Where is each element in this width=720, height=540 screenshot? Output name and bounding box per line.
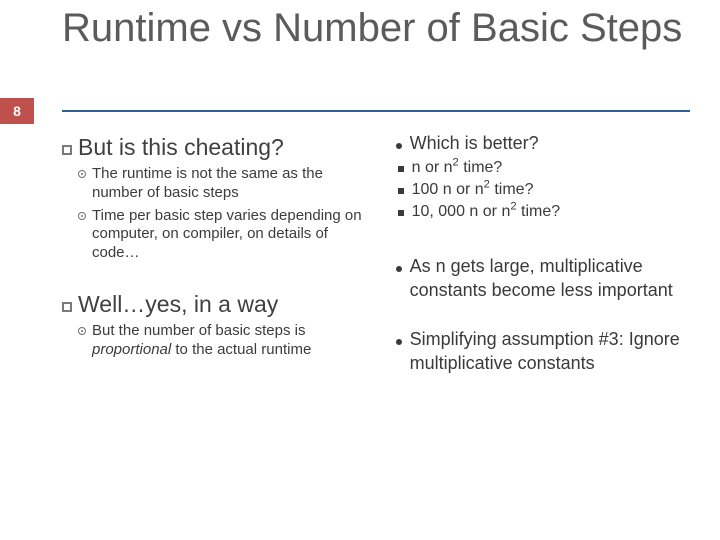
- bullet-text: But the number of basic steps is proport…: [92, 322, 376, 360]
- disc-bullet-icon: [396, 339, 402, 345]
- bullet-text: Time per basic step varies depending on …: [92, 207, 376, 263]
- heading-text: But is this cheating?: [78, 134, 284, 161]
- option-text: 100 n or n2 time?: [412, 181, 534, 199]
- square-bullet-icon: [62, 145, 72, 155]
- option-text: 10, 000 n or n2 time?: [412, 203, 561, 221]
- bullet-text: Simplifying assumption #3: Ignore multip…: [410, 328, 692, 375]
- option-text: n or n2 time?: [412, 159, 503, 177]
- bullet-text: Which is better?: [410, 132, 539, 155]
- disc-bullet-icon: [396, 143, 402, 149]
- bullet-runtime-not-same: The runtime is not the same as the numbe…: [78, 165, 376, 203]
- bullet-constants-less-important: As n gets large, multiplicative constant…: [396, 255, 692, 302]
- page-number-badge: 8: [0, 98, 34, 124]
- right-column: Which is better? n or n2 time? 100 n or …: [390, 128, 692, 520]
- circle-bullet-icon: [78, 212, 86, 220]
- bullet-text: The runtime is not the same as the numbe…: [92, 165, 376, 203]
- disc-bullet-icon: [396, 266, 402, 272]
- square-dot-icon: [398, 166, 404, 172]
- bullet-which-better: Which is better?: [396, 132, 692, 155]
- slide-title: Runtime vs Number of Basic Steps: [62, 6, 700, 50]
- option-10000n-or-n2: 10, 000 n or n2 time?: [398, 203, 692, 221]
- square-dot-icon: [398, 188, 404, 194]
- bullet-time-varies: Time per basic step varies depending on …: [78, 207, 376, 263]
- left-column: But is this cheating? The runtime is not…: [62, 128, 390, 520]
- option-100n-or-n2: 100 n or n2 time?: [398, 181, 692, 199]
- square-dot-icon: [398, 210, 404, 216]
- circle-bullet-icon: [78, 327, 86, 335]
- circle-bullet-icon: [78, 170, 86, 178]
- bullet-proportional: But the number of basic steps is proport…: [78, 322, 376, 360]
- square-bullet-icon: [62, 302, 72, 312]
- heading-cheating: But is this cheating?: [62, 134, 376, 161]
- bullet-text: As n gets large, multiplicative constant…: [410, 255, 692, 302]
- heading-text: Well…yes, in a way: [78, 291, 278, 318]
- content-columns: But is this cheating? The runtime is not…: [62, 128, 692, 520]
- title-divider: [62, 110, 690, 112]
- option-n-or-n2: n or n2 time?: [398, 159, 692, 177]
- bullet-simplifying-assumption: Simplifying assumption #3: Ignore multip…: [396, 328, 692, 375]
- heading-well-yes: Well…yes, in a way: [62, 291, 376, 318]
